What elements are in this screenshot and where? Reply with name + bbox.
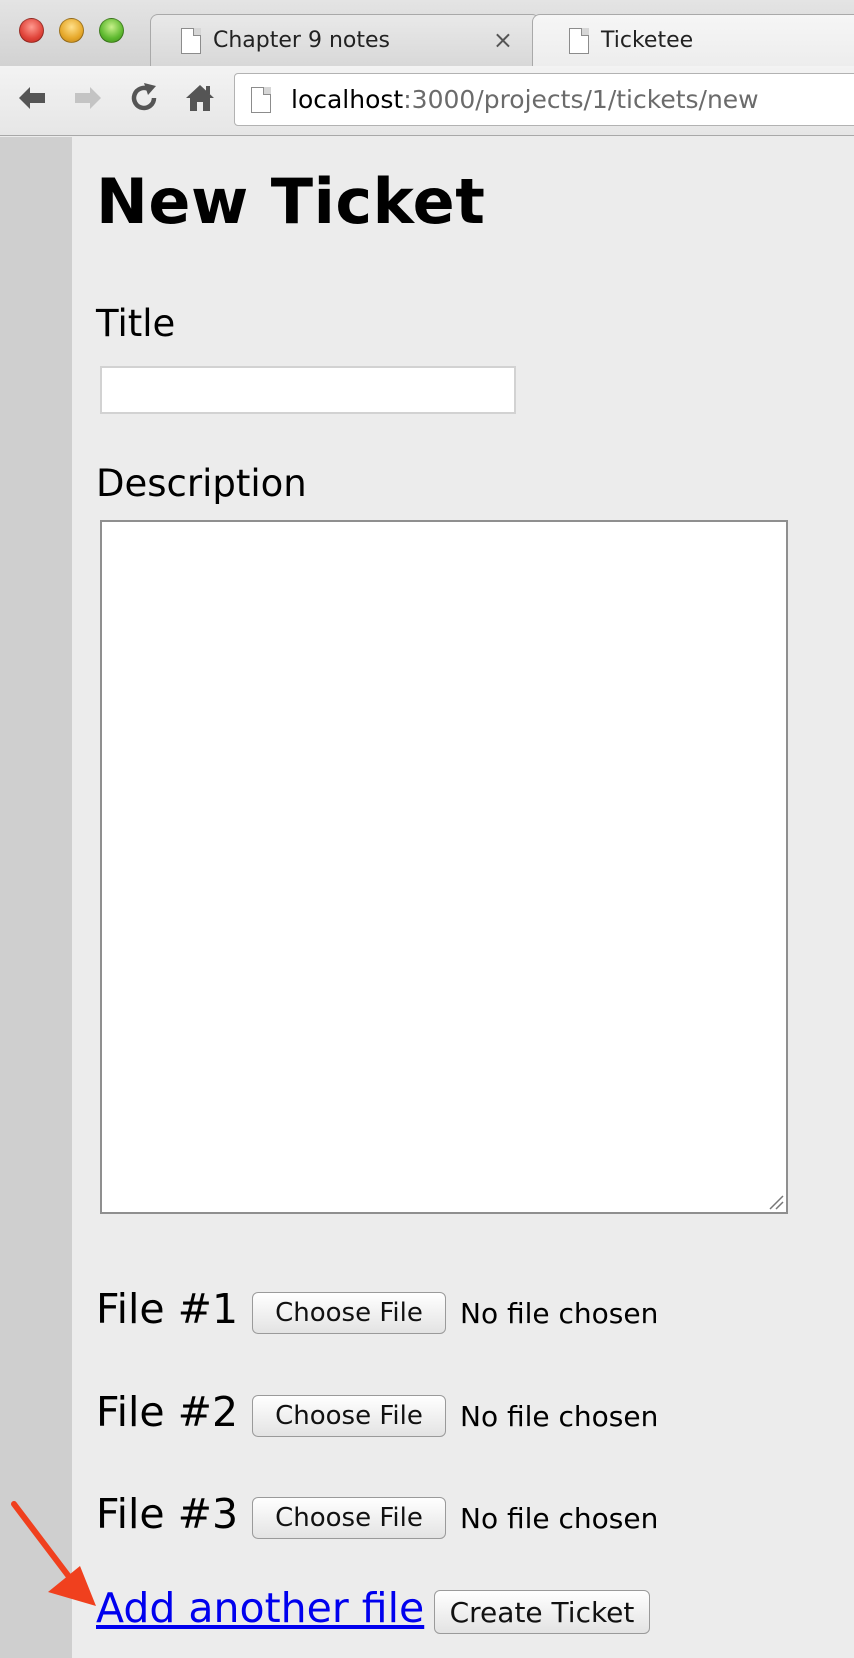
back-button[interactable]: [12, 78, 52, 118]
choose-file-button[interactable]: Choose File: [252, 1395, 446, 1437]
choose-file-button[interactable]: Choose File: [252, 1292, 446, 1334]
tab-label: Chapter 9 notes: [213, 28, 390, 53]
tab-chapter-9-notes[interactable]: Chapter 9 notes ×: [150, 14, 540, 66]
reload-button[interactable]: [124, 78, 164, 118]
left-gutter: [0, 137, 72, 1658]
tab-ticketee[interactable]: Ticketee: [532, 14, 854, 66]
choose-file-button[interactable]: Choose File: [252, 1497, 446, 1539]
file-label: File #3: [96, 1490, 239, 1538]
add-another-file-link[interactable]: Add another file: [96, 1584, 424, 1632]
back-arrow-icon: [19, 87, 45, 109]
url-path: :3000/projects/1/tickets/new: [403, 85, 759, 114]
resize-grip-icon[interactable]: [768, 1194, 784, 1210]
page-icon: [569, 27, 589, 54]
forward-button[interactable]: [68, 78, 108, 118]
window-zoom-button[interactable]: [99, 18, 124, 43]
tab-label: Ticketee: [601, 28, 694, 53]
file-label: File #1: [96, 1285, 239, 1333]
browser-toolbar: localhost:3000/projects/1/tickets/new: [0, 66, 854, 136]
file-status: No file chosen: [460, 1399, 659, 1433]
title-label: Title: [96, 302, 176, 345]
description-label: Description: [96, 462, 307, 505]
file-status: No file chosen: [460, 1296, 659, 1330]
url-host: localhost: [291, 85, 404, 114]
file-field-3: File #3 Choose File No file chosen: [96, 1484, 658, 1544]
annotation-arrow-icon: [11, 1501, 96, 1606]
close-icon[interactable]: ×: [493, 26, 513, 54]
tab-strip: Chapter 9 notes × Ticketee: [0, 0, 854, 66]
file-field-2: File #2 Choose File No file chosen: [96, 1382, 658, 1442]
create-ticket-button[interactable]: Create Ticket: [434, 1590, 650, 1634]
home-button[interactable]: [180, 78, 220, 118]
forward-arrow-icon: [75, 87, 101, 109]
home-icon: [186, 85, 214, 111]
page-icon: [181, 27, 201, 54]
address-bar[interactable]: localhost:3000/projects/1/tickets/new: [234, 73, 854, 126]
reload-icon: [131, 83, 157, 111]
page-title: New Ticket: [96, 165, 486, 238]
file-label: File #2: [96, 1388, 239, 1436]
file-status: No file chosen: [460, 1501, 659, 1535]
window-minimize-button[interactable]: [59, 18, 84, 43]
file-field-1: File #1 Choose File No file chosen: [96, 1279, 658, 1339]
title-input[interactable]: [100, 366, 516, 414]
description-textarea[interactable]: [100, 520, 788, 1214]
page-icon: [251, 86, 271, 113]
window-close-button[interactable]: [19, 18, 44, 43]
